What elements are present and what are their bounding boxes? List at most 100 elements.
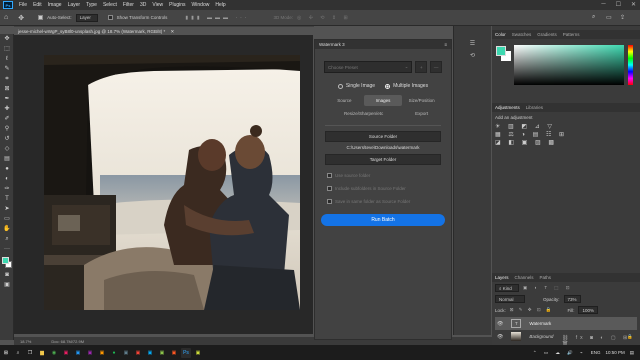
auto-select-dropdown[interactable]: Layer: [75, 13, 98, 22]
search-icon[interactable]: ⌕: [592, 14, 595, 21]
use-source-folder-option[interactable]: Use source folder: [327, 173, 451, 178]
menu-plugins[interactable]: Plugins: [166, 2, 188, 8]
layer-name[interactable]: Background: [529, 334, 553, 339]
chrome-icon[interactable]: ◉: [49, 348, 59, 358]
menu-select[interactable]: Select: [100, 2, 120, 8]
type-tool-icon[interactable]: T: [2, 195, 12, 204]
more-tools-icon[interactable]: ···: [2, 245, 12, 254]
notifications-icon[interactable]: ▤: [630, 350, 634, 356]
app-icon[interactable]: ▣: [121, 348, 131, 358]
app-icon[interactable]: ▣: [73, 348, 83, 358]
app-icon[interactable]: ▣: [157, 348, 167, 358]
app-icon[interactable]: ▣: [145, 348, 155, 358]
tab-images[interactable]: Images: [363, 95, 403, 106]
screen-mode-icon[interactable]: ▣: [2, 281, 12, 290]
properties-icon[interactable]: ☰: [454, 40, 491, 47]
tab-gradients[interactable]: Gradients: [537, 32, 557, 37]
3d-mode-icons[interactable]: ◎ ✢ ⟲ ⇕ ⊞: [297, 15, 351, 21]
app-icon[interactable]: ▣: [61, 348, 71, 358]
eye-icon[interactable]: 👁: [497, 334, 503, 340]
gradient-tool-icon[interactable]: ▤: [2, 155, 12, 164]
menu-type[interactable]: Type: [83, 2, 100, 8]
tab-libraries[interactable]: Libraries: [526, 105, 543, 110]
crop-tool-icon[interactable]: ⌗: [2, 75, 12, 84]
lasso-tool-icon[interactable]: ℓ: [2, 55, 12, 64]
layer-row[interactable]: 👁 T Watermark: [495, 317, 637, 330]
single-image-radio[interactable]: Single Image: [337, 83, 375, 89]
layer-name[interactable]: Watermark: [529, 321, 551, 326]
frame-tool-icon[interactable]: ⊠: [2, 85, 12, 94]
menu-help[interactable]: Help: [212, 2, 228, 8]
shape-tool-icon[interactable]: ▭: [2, 215, 12, 224]
dodge-tool-icon[interactable]: ◐: [2, 175, 12, 184]
hue-slider[interactable]: [628, 45, 633, 85]
panel-menu-icon[interactable]: ≡: [444, 42, 447, 47]
target-folder-button[interactable]: Target Folder: [325, 154, 441, 165]
menu-3d[interactable]: 3D: [137, 2, 149, 8]
save-same-folder-option[interactable]: Save in same folder as Source Folder: [327, 199, 451, 204]
share-icon[interactable]: ⇪: [620, 14, 625, 21]
document-tab[interactable]: jesse-michel-wWgP_syB8l0-unsplash.jpg @ …: [14, 26, 314, 35]
app-icon[interactable]: ▣: [169, 348, 179, 358]
run-batch-button[interactable]: Run Batch: [321, 214, 445, 226]
foreground-color-swatch[interactable]: [2, 257, 9, 264]
task-view-icon[interactable]: ❐: [25, 348, 35, 358]
color-swatches[interactable]: [0, 256, 14, 270]
photoshop-taskbar-icon[interactable]: Ps: [181, 347, 191, 358]
tray-icons[interactable]: ⌃ ▭ ☁ 🔊 ⌁: [533, 350, 586, 356]
zoom-tool-icon[interactable]: ⌕: [2, 235, 12, 244]
close-icon[interactable]: ✕: [631, 1, 636, 8]
menu-window[interactable]: Window: [189, 2, 213, 8]
menu-file[interactable]: File: [16, 2, 30, 8]
checkbox[interactable]: [327, 173, 332, 178]
filter-icons[interactable]: ▣ ◐ T ⬚ ⊡: [523, 285, 573, 291]
multiple-images-radio[interactable]: Multiple Images: [385, 83, 428, 89]
blend-mode-dropdown[interactable]: Normal: [495, 295, 525, 303]
move-tool-icon[interactable]: ✥: [18, 14, 24, 22]
maximize-icon[interactable]: ☐: [616, 1, 621, 8]
clock[interactable]: 10:50 PM: [605, 350, 624, 355]
app-icon[interactable]: ▣: [85, 348, 95, 358]
tab-patterns[interactable]: Patterns: [563, 32, 580, 37]
tab-export[interactable]: Export: [402, 108, 441, 119]
fill-field[interactable]: 100%: [578, 306, 598, 314]
menu-layer[interactable]: Layer: [65, 2, 84, 8]
healing-brush-tool-icon[interactable]: ✚: [2, 105, 12, 114]
stamp-tool-icon[interactable]: ⚲: [2, 125, 12, 134]
tab-size-position[interactable]: Size/Position: [402, 95, 441, 106]
menu-view[interactable]: View: [149, 2, 166, 8]
tab-paths[interactable]: Paths: [540, 275, 552, 280]
checkbox[interactable]: [327, 199, 332, 204]
hand-tool-icon[interactable]: ✋: [2, 225, 12, 234]
spotify-icon[interactable]: ●: [109, 348, 119, 358]
history-icon[interactable]: ⟲: [454, 52, 491, 59]
tab-channels[interactable]: Channels: [515, 275, 534, 280]
layer-filter-dropdown[interactable]: ⌕ Kind: [495, 284, 519, 292]
move-tool-icon[interactable]: ✥: [2, 35, 12, 44]
eyedropper-tool-icon[interactable]: ✒: [2, 95, 12, 104]
tab-color[interactable]: Color: [495, 32, 506, 37]
workspace-icon[interactable]: ▭: [606, 14, 612, 21]
menu-image[interactable]: Image: [45, 2, 65, 8]
tab-close-icon[interactable]: ✕: [170, 29, 174, 34]
windows-start-icon[interactable]: ⊞: [1, 348, 11, 358]
language-indicator[interactable]: ENG: [591, 350, 601, 355]
opacity-field[interactable]: 73%: [563, 295, 581, 303]
app-icon[interactable]: ▣: [133, 348, 143, 358]
lock-icons[interactable]: ⊠ ✎ ✥ ⊡ 🔒: [510, 307, 554, 313]
zoom-level[interactable]: 18.7%: [20, 339, 31, 344]
eye-icon[interactable]: 👁: [497, 321, 503, 327]
include-subfolders-option[interactable]: Include subfolders in Source Folder: [327, 186, 451, 191]
app-icon[interactable]: ▣: [97, 348, 107, 358]
tab-layers[interactable]: Layers: [495, 275, 509, 280]
home-icon[interactable]: ⌂: [4, 14, 8, 21]
brush-tool-icon[interactable]: ✐: [2, 115, 12, 124]
marquee-tool-icon[interactable]: ⬚: [2, 45, 12, 54]
app-icon[interactable]: ▣: [193, 348, 203, 358]
menu-edit[interactable]: Edit: [30, 2, 45, 8]
tab-adjustments[interactable]: Adjustments: [495, 105, 520, 110]
checkbox[interactable]: [327, 186, 332, 191]
show-transform-checkbox[interactable]: [107, 15, 113, 20]
minimize-icon[interactable]: ─: [601, 1, 605, 8]
path-select-tool-icon[interactable]: ➤: [2, 205, 12, 214]
